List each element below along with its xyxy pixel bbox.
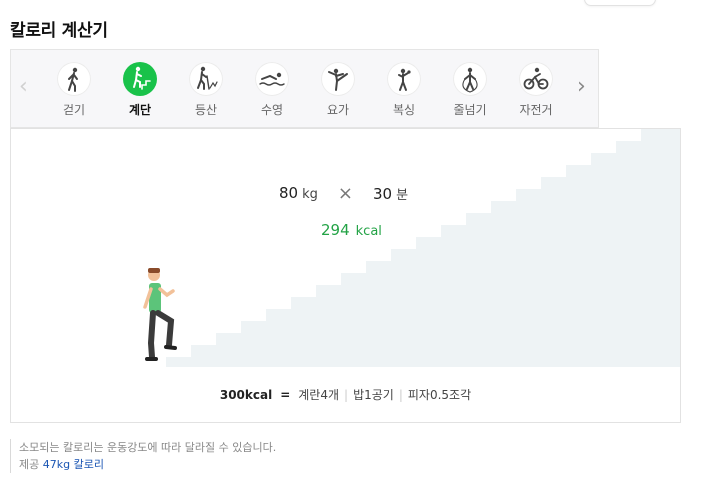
equivalent-base: 300kcal — [219, 388, 273, 402]
tab-label: 수영 — [260, 103, 284, 117]
prev-arrow-icon[interactable]: ‹ — [19, 76, 28, 98]
duration-unit: 분 — [396, 187, 409, 203]
equivalent-item: 계란4개 — [298, 388, 340, 402]
tab-bicycle[interactable]: 자전거 — [508, 62, 564, 118]
weight-field[interactable]: 80 kg — [271, 182, 326, 204]
page-title: 칼로리 계산기 — [10, 21, 108, 41]
stairs-icon — [123, 62, 157, 96]
disclaimer-text: 소모되는 칼로리는 운동강도에 따라 달라질 수 있습니다. — [19, 441, 277, 454]
divider: | — [398, 388, 403, 402]
exercise-tabbar: ‹ 걷기 계단 등산 수영 요가 복싱 줄넘기 자전거 › — [10, 49, 599, 128]
stairs-illustration — [143, 129, 680, 367]
tab-jump-rope[interactable]: 줄넘기 — [442, 62, 498, 118]
bicycle-icon — [519, 62, 553, 96]
tab-label: 자전거 — [519, 103, 553, 117]
walking-icon — [57, 62, 91, 96]
person-climbing-figure — [143, 268, 177, 361]
calculator-panel: 80 kg × 30 분 294 kcal 300kcal = 계란4개 | 밥1공기 | 피… — [10, 128, 681, 423]
weight-unit: kg — [302, 187, 318, 202]
tab-label: 등산 — [194, 103, 218, 117]
tab-yoga[interactable]: 요가 — [310, 62, 366, 118]
tab-label: 걷기 — [62, 103, 86, 117]
next-arrow-icon[interactable]: › — [577, 76, 586, 98]
duration-value: 30 — [372, 184, 393, 203]
result-unit: kcal — [355, 224, 382, 239]
provider-line: 제공 47kg 칼로리 — [19, 456, 276, 473]
weight-value: 80 — [279, 184, 299, 202]
result-value: 294 — [321, 221, 350, 239]
tab-hiking[interactable]: 등산 — [178, 62, 234, 118]
equals-sign: = — [280, 388, 291, 402]
duration-field[interactable]: 30 분 — [364, 181, 417, 205]
tab-label: 계단 — [128, 103, 152, 117]
tab-label: 복싱 — [392, 103, 416, 117]
calorie-equivalent: 300kcal = 계란4개 | 밥1공기 | 피자0.5조각 — [11, 386, 680, 403]
footnotes: 소모되는 칼로리는 운동강도에 따라 달라질 수 있습니다. 제공 47kg 칼… — [10, 439, 276, 473]
tab-walking[interactable]: 걷기 — [46, 62, 102, 118]
tab-boxing[interactable]: 복싱 — [376, 62, 432, 118]
equivalent-item: 피자0.5조각 — [407, 388, 472, 402]
divider: | — [344, 388, 349, 402]
provider-prefix: 제공 — [19, 458, 40, 471]
hiking-icon — [189, 62, 223, 96]
equivalent-item: 밥1공기 — [353, 388, 394, 402]
tab-label: 요가 — [326, 103, 350, 117]
swimming-icon — [255, 62, 289, 96]
tab-stairs[interactable]: 계단 — [112, 62, 168, 118]
multiply-icon: × — [337, 182, 353, 204]
tab-label: 줄넘기 — [453, 103, 487, 117]
tab-swimming[interactable]: 수영 — [244, 62, 300, 118]
calorie-result: 294 kcal — [321, 221, 382, 239]
jump-rope-icon — [453, 62, 487, 96]
yoga-icon — [321, 62, 355, 96]
calculator-inputs: 80 kg × 30 분 — [271, 181, 417, 205]
boxing-icon — [387, 62, 421, 96]
top-corner-tab — [584, 0, 656, 6]
provider-link[interactable]: 47kg 칼로리 — [43, 458, 104, 471]
